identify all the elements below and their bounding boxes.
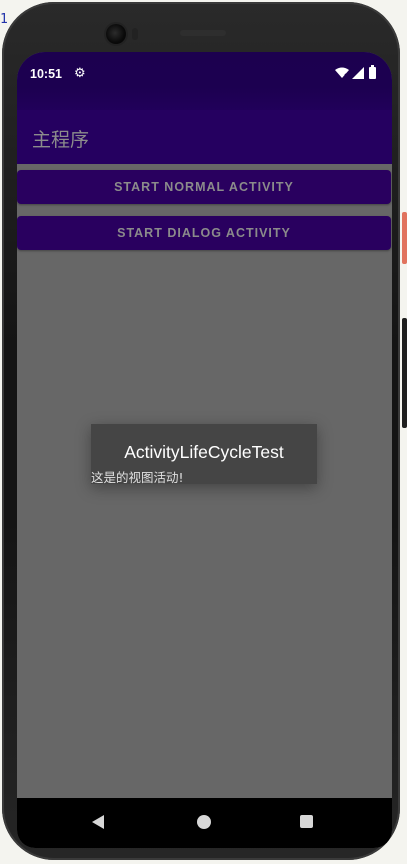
- recents-icon[interactable]: [300, 815, 313, 828]
- phone-frame: 10:51 ⚙ 主程序 START NORMAL ACTIVITY START …: [2, 2, 400, 860]
- signal-icon: [352, 67, 364, 79]
- power-button: [402, 318, 407, 428]
- stray-text: 1: [0, 12, 8, 27]
- status-time: 10:51: [30, 67, 62, 81]
- navigation-bar: [17, 798, 392, 848]
- back-icon[interactable]: [92, 815, 104, 829]
- dialog-message: 这是的视图活动!: [91, 470, 184, 485]
- camera-sensor: [132, 28, 138, 40]
- dialog-title: ActivityLifeCycleTest: [124, 442, 284, 462]
- settings-icon: ⚙: [74, 66, 86, 81]
- app-title: 主程序: [32, 129, 90, 151]
- status-bar: 10:51 ⚙: [17, 52, 392, 110]
- earpiece-speaker: [180, 30, 226, 36]
- wifi-icon: [335, 67, 349, 78]
- start-dialog-activity-button[interactable]: START DIALOG ACTIVITY: [17, 216, 391, 250]
- device-screen: 10:51 ⚙ 主程序 START NORMAL ACTIVITY START …: [17, 52, 392, 848]
- start-normal-activity-button[interactable]: START NORMAL ACTIVITY: [17, 170, 391, 204]
- home-icon[interactable]: [197, 815, 211, 829]
- battery-icon: [369, 65, 376, 79]
- front-camera: [106, 24, 126, 44]
- app-bar: 主程序: [17, 110, 392, 164]
- volume-button: [402, 212, 407, 264]
